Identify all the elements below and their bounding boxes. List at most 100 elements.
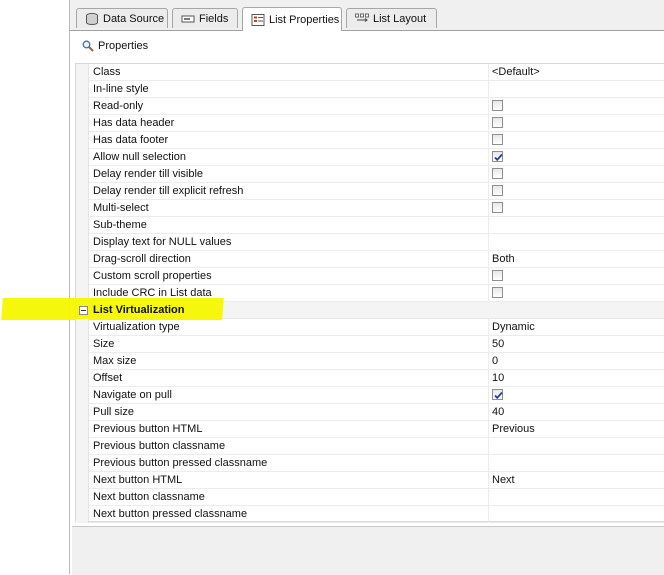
property-value[interactable]: 40 <box>492 406 504 418</box>
property-row[interactable]: Size 50 <box>76 336 664 353</box>
property-row[interactable]: Virtualization type Dynamic <box>76 319 664 336</box>
list-properties-icon <box>251 13 265 26</box>
unchecked-checkbox[interactable] <box>492 287 503 298</box>
property-value[interactable]: 10 <box>492 372 504 384</box>
column-divider <box>488 149 489 166</box>
property-value[interactable]: 50 <box>492 338 504 350</box>
property-row[interactable]: Next button classname <box>76 489 664 506</box>
list-editor-panel: Data Source Fields List Properties List … <box>1 0 664 575</box>
unchecked-checkbox[interactable] <box>492 100 503 111</box>
property-row[interactable]: Custom scroll properties <box>76 268 664 285</box>
properties-header: Properties <box>70 31 664 61</box>
property-row[interactable]: Previous button classname <box>76 438 664 455</box>
property-row[interactable]: Allow null selection <box>76 149 664 166</box>
row-gutter <box>76 234 89 251</box>
row-gutter <box>76 166 89 183</box>
property-name: Read-only <box>93 100 144 112</box>
column-divider <box>488 234 489 251</box>
category-row-list-virtualization[interactable]: List Virtualization <box>1 298 664 320</box>
property-row[interactable]: Delay render till visible <box>76 166 664 183</box>
property-row[interactable]: Previous button HTML Previous <box>76 421 664 438</box>
property-name: Previous button pressed classname <box>93 457 268 469</box>
checked-checkbox[interactable] <box>492 389 503 400</box>
property-value[interactable]: Both <box>492 253 515 265</box>
unchecked-checkbox[interactable] <box>492 134 503 145</box>
left-blank-area <box>0 0 69 574</box>
column-divider <box>488 183 489 200</box>
property-row[interactable]: Offset 10 <box>76 370 664 387</box>
property-name: Previous button HTML <box>93 423 203 435</box>
property-name: Offset <box>93 372 123 384</box>
tab-list-layout[interactable]: List Layout <box>346 8 437 28</box>
tab-label: List Properties <box>269 13 340 26</box>
property-row[interactable]: Next button pressed classname <box>76 506 664 523</box>
row-gutter <box>76 472 89 489</box>
property-row[interactable]: Delay render till explicit refresh <box>76 183 664 200</box>
column-divider <box>488 387 489 404</box>
property-row[interactable]: Max size 0 <box>76 353 664 370</box>
column-divider <box>488 285 489 302</box>
tab-label: Data Source <box>103 12 165 25</box>
property-row[interactable]: Sub-theme <box>76 217 664 234</box>
unchecked-checkbox[interactable] <box>492 185 503 196</box>
property-name: Allow null selection <box>93 151 186 163</box>
property-row[interactable]: Display text for NULL values <box>76 234 664 251</box>
list-layout-icon <box>355 13 369 25</box>
column-divider <box>488 404 489 421</box>
property-row[interactable]: Next button HTML Next <box>76 472 664 489</box>
unchecked-checkbox[interactable] <box>492 117 503 128</box>
category-label: List Virtualization <box>93 304 185 316</box>
property-row[interactable]: Navigate on pull <box>76 387 664 404</box>
property-value[interactable]: Previous <box>492 423 535 435</box>
property-name: Size <box>93 338 115 350</box>
collapse-icon[interactable] <box>79 306 88 315</box>
property-value[interactable]: Dynamic <box>492 321 535 333</box>
property-row[interactable]: Has data footer <box>76 132 664 149</box>
property-row[interactable]: Previous button pressed classname <box>76 455 664 472</box>
unchecked-checkbox[interactable] <box>492 168 503 179</box>
row-gutter <box>76 506 89 523</box>
row-gutter <box>76 370 89 387</box>
property-row[interactable]: Has data header <box>76 115 664 132</box>
property-name: Custom scroll properties <box>93 270 212 282</box>
property-name: Max size <box>93 355 137 367</box>
tab-fields[interactable]: Fields <box>172 8 238 28</box>
unchecked-checkbox[interactable] <box>492 202 503 213</box>
column-divider <box>488 472 489 489</box>
property-value[interactable]: Next <box>492 474 515 486</box>
checked-checkbox[interactable] <box>492 151 503 162</box>
row-gutter <box>76 98 89 115</box>
property-value[interactable]: <Default> <box>492 66 540 78</box>
property-name: Class <box>93 66 121 78</box>
column-divider <box>488 98 489 115</box>
fields-icon <box>181 13 195 25</box>
tab-label: Fields <box>199 12 229 25</box>
property-row[interactable]: Drag-scroll direction Both <box>76 251 664 268</box>
property-row[interactable]: Read-only <box>76 98 664 115</box>
property-row[interactable]: Class <Default> <box>76 64 664 81</box>
column-divider <box>488 421 489 438</box>
property-row[interactable]: Pull size 40 <box>76 404 664 421</box>
property-name: Next button classname <box>93 491 205 503</box>
row-gutter <box>76 455 89 472</box>
column-divider <box>488 438 489 455</box>
column-divider <box>488 319 489 336</box>
property-name: Next button pressed classname <box>93 508 248 520</box>
tab-list-properties[interactable]: List Properties <box>242 7 342 31</box>
property-row[interactable]: Multi-select <box>76 200 664 217</box>
row-gutter <box>76 64 89 81</box>
row-gutter <box>76 353 89 370</box>
property-value[interactable]: 0 <box>492 355 498 367</box>
column-divider <box>488 336 489 353</box>
column-divider <box>488 506 489 523</box>
row-gutter <box>76 489 89 506</box>
property-name: Has data footer <box>93 134 169 146</box>
row-gutter <box>76 319 89 336</box>
property-name: Delay render till visible <box>93 168 204 180</box>
column-divider <box>488 251 489 268</box>
unchecked-checkbox[interactable] <box>492 270 503 281</box>
tab-data-source[interactable]: Data Source <box>76 8 168 28</box>
property-row[interactable]: In-line style <box>76 81 664 98</box>
property-grid: Class <Default> In-line style Read-only Has … <box>1 63 664 523</box>
column-divider <box>488 217 489 234</box>
